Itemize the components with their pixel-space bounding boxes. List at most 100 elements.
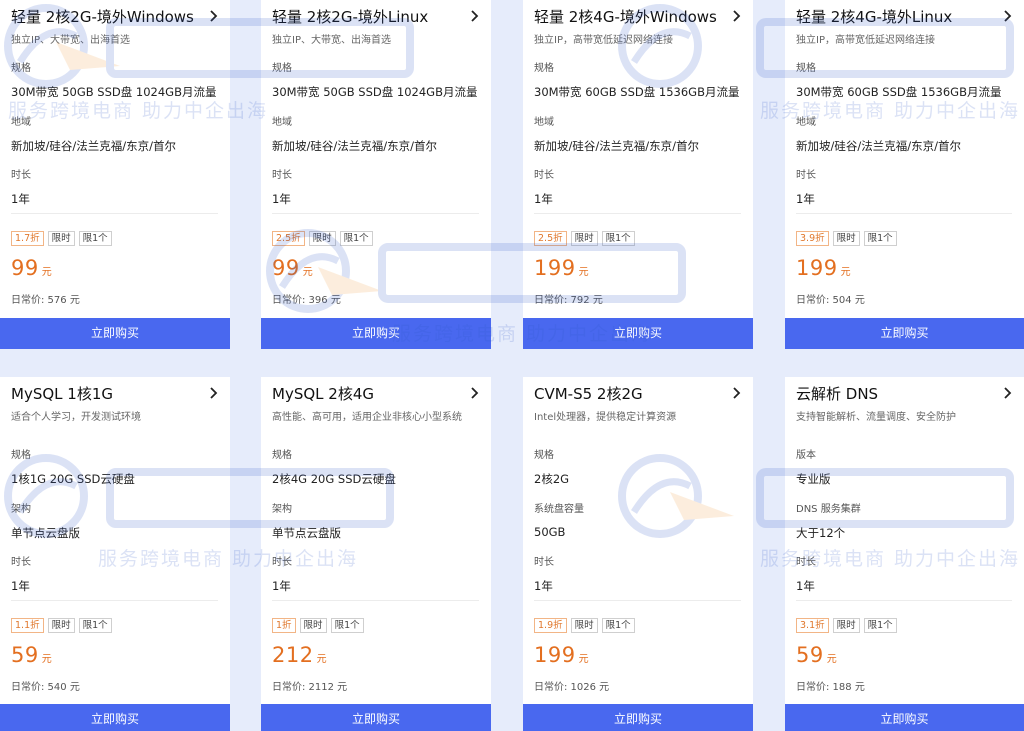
product-card[interactable]: 轻量 2核4G-境外Linux 独立IP，高带宽低延迟网络连接 规格 30M带宽… bbox=[785, 0, 1024, 349]
card-header[interactable]: 轻量 2核2G-境外Windows bbox=[11, 6, 220, 28]
purchase-limit-badge: 限1个 bbox=[78, 231, 112, 246]
card-header[interactable]: 轻量 2核4G-境外Windows bbox=[534, 6, 743, 28]
buy-now-button[interactable]: 立即购买 bbox=[0, 704, 230, 731]
card-header[interactable]: 轻量 2核2G-境外Linux bbox=[272, 6, 481, 28]
spec-label: 架构 bbox=[272, 504, 292, 515]
spec-label: 时长 bbox=[534, 557, 554, 568]
chevron-right-icon[interactable] bbox=[467, 9, 481, 23]
original-price: 日常价: 504 元 bbox=[796, 295, 865, 306]
limited-time-badge: 限时 bbox=[47, 231, 75, 246]
buy-now-button[interactable]: 立即购买 bbox=[0, 318, 230, 349]
card-header[interactable]: MySQL 1核1G bbox=[11, 383, 220, 405]
card-header[interactable]: 轻量 2核4G-境外Linux bbox=[796, 6, 1014, 28]
price-value: 59 bbox=[11, 643, 39, 667]
price-value: 59 bbox=[796, 643, 824, 667]
price-unit: 元 bbox=[302, 267, 313, 278]
product-card[interactable]: 轻量 2核2G-境外Windows 独立IP、大带宽、出海首选 规格 30M带宽… bbox=[0, 0, 230, 349]
tag-group: 1.9折 限时 限1个 bbox=[534, 618, 635, 633]
spec-label: 时长 bbox=[796, 170, 816, 181]
chevron-right-icon[interactable] bbox=[729, 386, 743, 400]
spec-label: 系统盘容量 bbox=[534, 504, 584, 515]
product-card[interactable]: MySQL 2核4G 高性能、高可用，适用企业非核心小型系统 规格 2核4G 2… bbox=[261, 377, 491, 731]
chevron-right-icon[interactable] bbox=[1000, 386, 1014, 400]
spec-value: 专业版 bbox=[796, 472, 831, 486]
divider bbox=[796, 213, 1012, 214]
price-value: 199 bbox=[534, 643, 576, 667]
buy-now-button[interactable]: 立即购买 bbox=[785, 704, 1024, 731]
tag-group: 3.1折 限时 限1个 bbox=[796, 618, 897, 633]
limited-time-badge: 限时 bbox=[308, 231, 336, 246]
buy-now-button[interactable]: 立即购买 bbox=[261, 704, 491, 731]
spec-label: 地域 bbox=[11, 117, 31, 128]
spec-value: 新加坡/硅谷/法兰克福/东京/首尔 bbox=[796, 139, 961, 153]
card-subtitle: 独立IP、大带宽、出海首选 bbox=[11, 35, 130, 46]
card-title: 轻量 2核2G-境外Windows bbox=[11, 8, 194, 26]
spec-value: 2核2G bbox=[534, 472, 570, 486]
spec-value: 30M带宽 60GB SSD盘 1536GB月流量 bbox=[796, 85, 1002, 99]
chevron-right-icon[interactable] bbox=[206, 9, 220, 23]
card-title: CVM-S5 2核2G bbox=[534, 385, 643, 403]
spec-label: 规格 bbox=[11, 63, 31, 74]
price: 99 元 bbox=[11, 256, 52, 280]
spec-label: 时长 bbox=[272, 557, 292, 568]
purchase-limit-badge: 限1个 bbox=[863, 618, 897, 633]
chevron-right-icon[interactable] bbox=[206, 386, 220, 400]
original-price: 日常价: 396 元 bbox=[272, 295, 341, 306]
product-card[interactable]: 云解析 DNS 支持智能解析、流量调度、安全防护 版本 专业版 DNS 服务集群… bbox=[785, 377, 1024, 731]
original-price: 日常价: 576 元 bbox=[11, 295, 80, 306]
card-title: 轻量 2核2G-境外Linux bbox=[272, 8, 429, 26]
spec-value: 新加坡/硅谷/法兰克福/东京/首尔 bbox=[534, 139, 699, 153]
spec-label: 地域 bbox=[534, 117, 554, 128]
card-header[interactable]: CVM-S5 2核2G bbox=[534, 383, 743, 405]
spec-value: 1年 bbox=[272, 192, 291, 206]
spec-label: 架构 bbox=[11, 504, 31, 515]
spec-label: 规格 bbox=[534, 450, 554, 461]
discount-badge: 1.9折 bbox=[534, 618, 567, 633]
price-value: 199 bbox=[534, 256, 576, 280]
spec-label: 规格 bbox=[11, 450, 31, 461]
chevron-right-icon[interactable] bbox=[1000, 9, 1014, 23]
product-card[interactable]: 轻量 2核4G-境外Windows 独立IP，高带宽低延迟网络连接 规格 30M… bbox=[523, 0, 753, 349]
chevron-right-icon[interactable] bbox=[467, 386, 481, 400]
discount-badge: 1.1折 bbox=[11, 618, 44, 633]
spec-label: 版本 bbox=[796, 450, 816, 461]
limited-time-badge: 限时 bbox=[832, 231, 860, 246]
price-unit: 元 bbox=[826, 654, 837, 665]
product-card[interactable]: MySQL 1核1G 适合个人学习，开发测试环境 规格 1核1G 20G SSD… bbox=[0, 377, 230, 731]
buy-now-button[interactable]: 立即购买 bbox=[785, 318, 1024, 349]
spec-label: 地域 bbox=[272, 117, 292, 128]
divider bbox=[534, 213, 741, 214]
limited-time-badge: 限时 bbox=[832, 618, 860, 633]
card-header[interactable]: 云解析 DNS bbox=[796, 383, 1014, 405]
purchase-limit-badge: 限1个 bbox=[330, 618, 364, 633]
card-subtitle: 独立IP、大带宽、出海首选 bbox=[272, 35, 391, 46]
spec-value: 1年 bbox=[534, 579, 553, 593]
spec-value: 单节点云盘版 bbox=[272, 526, 341, 540]
spec-label: 地域 bbox=[796, 117, 816, 128]
purchase-limit-badge: 限1个 bbox=[863, 231, 897, 246]
original-price: 日常价: 792 元 bbox=[534, 295, 603, 306]
price: 99 元 bbox=[272, 256, 313, 280]
card-title: 云解析 DNS bbox=[796, 385, 879, 403]
buy-now-button[interactable]: 立即购买 bbox=[523, 704, 753, 731]
spec-label: 时长 bbox=[11, 170, 31, 181]
product-card[interactable]: 轻量 2核2G-境外Linux 独立IP、大带宽、出海首选 规格 30M带宽 5… bbox=[261, 0, 491, 349]
purchase-limit-badge: 限1个 bbox=[339, 231, 373, 246]
limited-time-badge: 限时 bbox=[299, 618, 327, 633]
chevron-right-icon[interactable] bbox=[729, 9, 743, 23]
price: 212 元 bbox=[272, 643, 327, 667]
spec-label: 规格 bbox=[534, 63, 554, 74]
price: 199 元 bbox=[534, 643, 589, 667]
buy-now-button[interactable]: 立即购买 bbox=[523, 318, 753, 349]
price-unit: 元 bbox=[316, 654, 327, 665]
card-header[interactable]: MySQL 2核4G bbox=[272, 383, 481, 405]
discount-badge: 1.7折 bbox=[11, 231, 44, 246]
price-unit: 元 bbox=[578, 654, 589, 665]
card-subtitle: 独立IP，高带宽低延迟网络连接 bbox=[796, 35, 935, 46]
discount-badge: 2.5折 bbox=[534, 231, 567, 246]
spec-value: 1年 bbox=[11, 579, 30, 593]
limited-time-badge: 限时 bbox=[570, 618, 598, 633]
buy-now-button[interactable]: 立即购买 bbox=[261, 318, 491, 349]
spec-value: 30M带宽 50GB SSD盘 1024GB月流量 bbox=[11, 85, 217, 99]
product-card[interactable]: CVM-S5 2核2G Intel处理器，提供稳定计算资源 规格 2核2G 系统… bbox=[523, 377, 753, 731]
